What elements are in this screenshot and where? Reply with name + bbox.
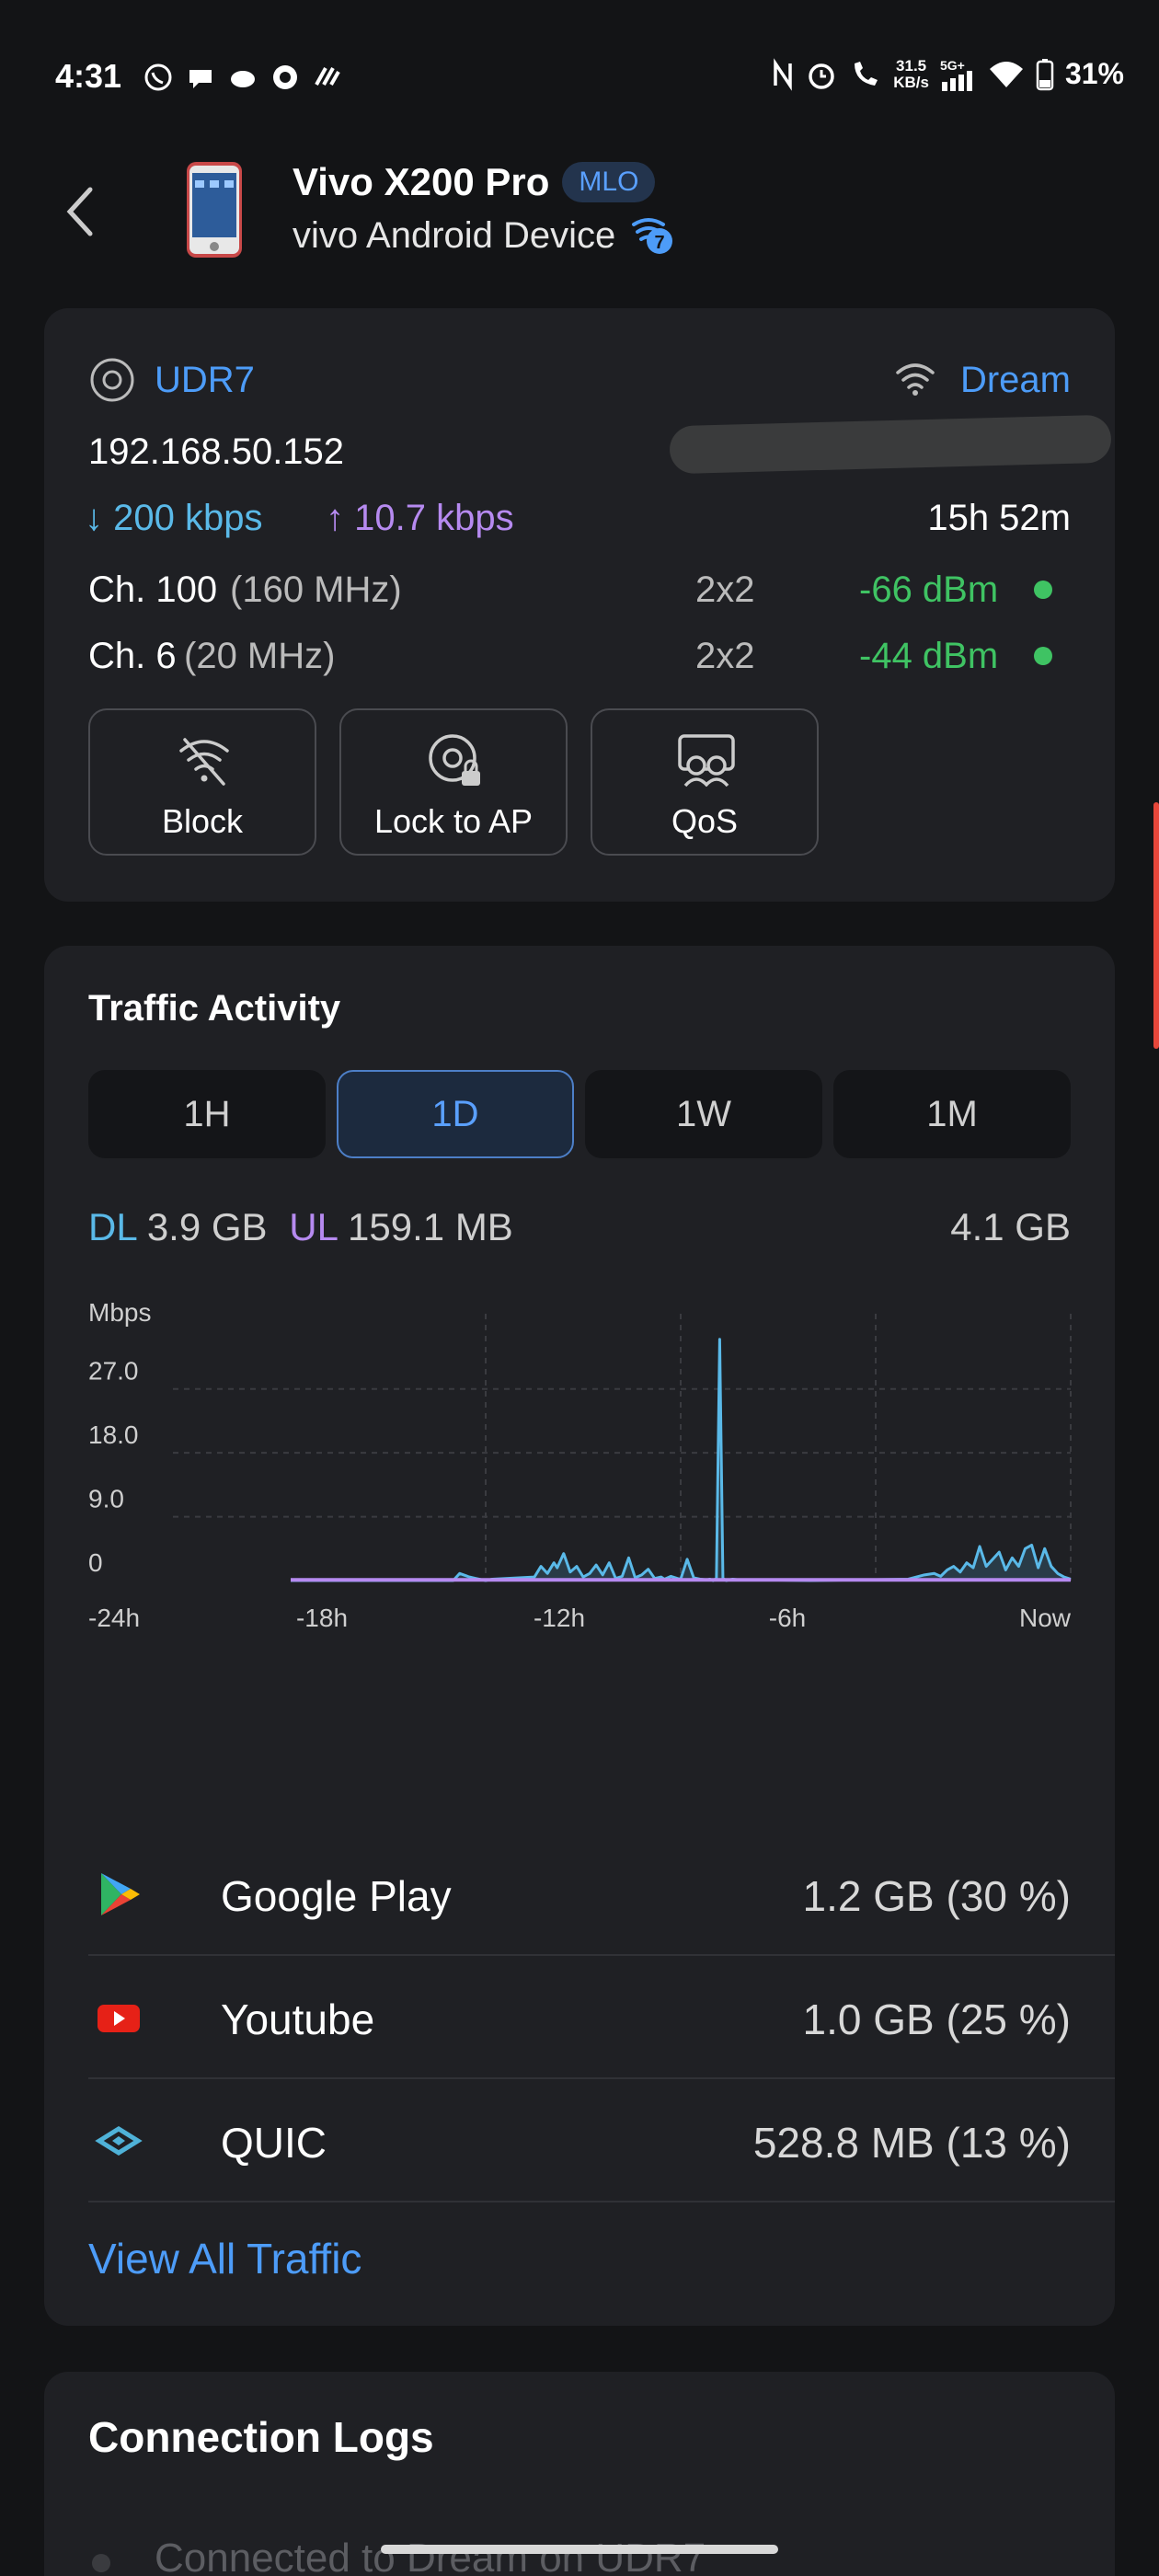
app-row-google-play[interactable]: Google Play 1.2 GB (30 %) [88,1833,1115,1956]
notification-icons [143,63,342,92]
redacted-mac [669,414,1112,475]
x-tick-label: -12h [534,1604,585,1632]
ul-label: UL [289,1205,338,1248]
y-tick-label: 9.0 [88,1485,124,1513]
app-name: Google Play [221,1872,452,1920]
radio-width: (20 MHz) [184,636,336,676]
wifi-signal-icon [989,61,1023,87]
youtube-icon [98,2005,140,2032]
radio-channel: Ch. 6 [88,636,177,676]
access-point-icon [90,358,134,402]
app-row-youtube[interactable]: Youtube 1.0 GB (25 %) [88,1956,1115,2079]
radio-channel: Ch. 100 [88,569,218,610]
tab-1w[interactable]: 1W [585,1070,822,1158]
x-tick-label: -6h [769,1604,806,1632]
uptime: 15h 52m [927,498,1071,538]
google-play-icon [101,1873,140,1915]
qos-label: QoS [671,802,739,840]
home-indicator[interactable] [381,2545,778,2554]
back-icon[interactable] [63,184,99,239]
battery-icon [1036,58,1054,90]
status-right: 31.5 KB/s 5G+ 31% [772,57,1124,91]
device-title: Vivo X200 Pro MLO [293,160,656,204]
y-tick-label: 0 [88,1548,103,1577]
dl-value: 3.9 GB [146,1205,268,1248]
download-rate: ↓ 200 kbps [85,498,263,538]
device-subtitle: vivo Android Device 7 [293,213,674,258]
tab-1d[interactable]: 1D [337,1070,574,1158]
wifi-off-icon [179,738,229,786]
app-notification-icon [315,67,340,86]
radio-width: (160 MHz) [230,569,402,610]
traffic-card: Traffic Activity 1H 1D 1W 1M DL 3.9 GB U… [44,946,1115,2326]
connection-logs-title: Connection Logs [88,2413,434,2461]
app-usage: 1.2 GB (30 %) [802,1872,1071,1920]
tab-1m[interactable]: 1M [833,1070,1071,1158]
qos-button[interactable]: QoS [591,708,819,856]
lock-ap-icon [429,734,480,786]
lock-to-ap-label: Lock to AP [373,802,534,840]
radio-mimo: 2x2 [695,569,755,610]
device-header: Vivo X200 Pro MLO vivo Android Device 7 [0,156,1159,294]
status-bar: 4:31 31.5 KB/s 5G+ 31% [0,0,1159,156]
x-tick-label: -18h [296,1604,348,1632]
x-tick-label: -24h [88,1604,140,1632]
mlo-badge: MLO [562,162,656,202]
qos-icon [678,734,735,788]
app-row-quic[interactable]: QUIC 528.8 MB (13 %) [88,2079,1115,2202]
ap-name-link[interactable]: UDR7 [155,360,255,401]
radio-signal: -66 dBm [859,569,999,610]
chat-bubble-icon [189,70,212,88]
y-tick-label: 27.0 [88,1357,139,1386]
phone-device-image [187,162,242,258]
view-all-traffic-link[interactable]: View All Traffic [88,2234,361,2283]
x-tick-label: Now [1019,1604,1072,1632]
nfc-icon [774,57,792,91]
log-entry[interactable]: Connected to Dream on UDR7 [155,2536,706,2576]
radio-mimo: 2x2 [695,636,755,676]
device-name: Vivo X200 Pro [293,160,550,203]
app-name: QUIC [221,2119,327,2167]
quic-icon [95,2126,143,2156]
scrollbar[interactable] [1153,802,1159,1049]
app-usage: 528.8 MB (13 %) [752,2119,1071,2167]
svg-text:5G+: 5G+ [940,58,965,73]
signal-dot [1034,581,1052,599]
app-usage: 1.0 GB (25 %) [802,1995,1071,2043]
block-label: Block [161,802,244,840]
y-axis-label: Mbps [88,1298,151,1327]
ul-value: 159.1 MB [348,1205,513,1248]
tab-1h[interactable]: 1H [88,1070,326,1158]
ip-address: 192.168.50.152 [88,431,345,472]
sync-icon [273,65,297,89]
wifi-icon [896,363,935,396]
net-speed: 31.5 KB/s [893,56,929,91]
upload-rate: ↑ 10.7 kbps [326,498,514,538]
cell-signal-icon: 5G+ [940,58,972,91]
status-time: 4:31 [55,57,122,95]
traffic-summary: DL 3.9 GB UL 159.1 MB [88,1205,513,1249]
radio-signal: -44 dBm [859,636,999,676]
lock-to-ap-button[interactable]: Lock to AP [339,708,568,856]
connection-card: UDR7 Dream 192.168.50.152 ↓ 200 kbps ↑ 1… [44,308,1115,902]
wifi7-icon: 7 [632,218,673,254]
device-type: vivo Android Device [293,214,616,256]
block-button[interactable]: Block [88,708,316,856]
signal-dot [1034,647,1052,665]
dl-label: DL [88,1205,137,1248]
traffic-chart: Mbps 0 9.0 18.0 27.0 -24h -18h -12h -6h Now [88,1298,1072,1632]
battery-percent: 31% [1064,57,1124,90]
ssid-link[interactable]: Dream [960,360,1071,401]
alarm-icon [809,63,834,89]
svg-text:7: 7 [655,233,665,253]
traffic-title: Traffic Activity [88,988,341,1029]
whatsapp-icon [144,63,172,91]
total-traffic: 4.1 GB [950,1205,1071,1248]
y-tick-label: 18.0 [88,1420,139,1449]
wifi-call-icon [855,61,878,86]
app-name: Youtube [221,1995,375,2043]
log-dot [92,2554,110,2572]
cloud-icon [231,71,255,87]
